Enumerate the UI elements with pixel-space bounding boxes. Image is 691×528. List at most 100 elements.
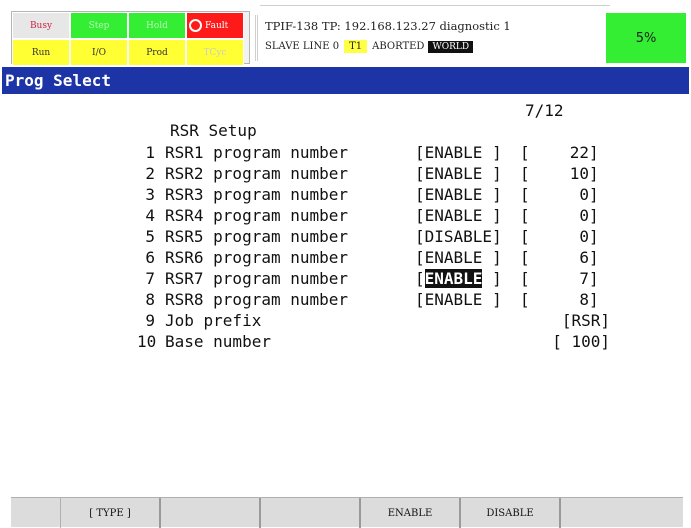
list-item[interactable]: 4 RSR4 program number [ENABLE ] [ 0 ] <box>137 205 609 226</box>
world-badge: WORLD <box>428 41 474 53</box>
item-label: RSR5 program number <box>165 227 349 246</box>
item-label: RSR4 program number <box>165 206 349 225</box>
item-enable-value[interactable]: [DISABLE] <box>415 226 520 247</box>
fkey-type-button[interactable]: [ TYPE ] <box>61 498 161 528</box>
header-status-line: SLAVE LINE 0 T1 ABORTED WORLD <box>265 40 474 53</box>
item-program-number[interactable]: 0 <box>561 226 589 247</box>
hold-indicator: Hold <box>128 12 186 39</box>
item-number: 8 <box>145 290 155 309</box>
bracket-open: [ <box>520 143 530 162</box>
item-number: 6 <box>145 248 155 267</box>
value-bracket-close: ] <box>482 269 502 288</box>
item-program-number[interactable]: 0 <box>561 205 589 226</box>
item-number: 5 <box>145 227 155 246</box>
item-label: RSR2 program number <box>165 164 349 183</box>
bracket-close: ] <box>589 269 599 288</box>
prod-indicator: Prod <box>128 39 186 66</box>
header-message: TPIF-138 TP: 192.168.123.27 diagnostic 1 <box>265 19 511 33</box>
item-label: RSR6 program number <box>165 248 349 267</box>
status-panel: Busy Step Hold Fault Run I/O Prod TCyc <box>11 11 250 66</box>
bracket-close: ] <box>589 227 599 246</box>
section-title: RSR Setup <box>170 121 257 140</box>
item-label: RSR7 program number <box>165 269 349 288</box>
list-item-selected[interactable]: 7 RSR7 program number [ENABLE ] [ 7 ] <box>137 268 609 289</box>
fault-circle-icon <box>189 19 202 32</box>
item-program-number[interactable]: 6 <box>561 247 589 268</box>
io-indicator: I/O <box>70 39 128 66</box>
bracket-close: ] <box>589 290 599 309</box>
list-item[interactable]: 6 RSR6 program number [ENABLE ] [ 6 ] <box>137 247 609 268</box>
item-number: 2 <box>145 164 155 183</box>
bracket-close: ] <box>589 248 599 267</box>
item-label: Job prefix <box>165 311 262 330</box>
bracket-open: [ <box>520 248 530 267</box>
list-item[interactable]: 9 Job prefix [RSR] <box>137 310 610 331</box>
list-item[interactable]: 5 RSR5 program number [DISABLE] [ 0 ] <box>137 226 609 247</box>
item-number: 4 <box>145 206 155 225</box>
bracket-open: [ <box>520 164 530 183</box>
step-indicator: Step <box>70 12 128 39</box>
fault-indicator: Fault <box>186 12 244 39</box>
item-number: 1 <box>145 143 155 162</box>
fkey-f3-button[interactable] <box>261 498 361 528</box>
slave-line-text: SLAVE LINE 0 <box>265 41 340 52</box>
step-label: Step <box>88 20 110 31</box>
item-program-number[interactable]: 10 <box>561 163 589 184</box>
fkey-disable-button[interactable]: DISABLE <box>461 498 561 528</box>
busy-label: Busy <box>29 20 53 31</box>
list-item[interactable]: 3 RSR3 program number [ENABLE ] [ 0 ] <box>137 184 609 205</box>
list-item[interactable]: 1 RSR1 program number [ENABLE ] [ 22 ] <box>137 142 609 163</box>
selected-cursor-value[interactable]: ENABLE <box>424 269 483 288</box>
item-enable-value[interactable]: [ENABLE ] <box>415 184 520 205</box>
function-key-bar: [ TYPE ] ENABLE DISABLE <box>11 497 683 528</box>
bracket-open: [ <box>520 227 530 246</box>
item-enable-value[interactable]: [ENABLE ] <box>415 142 520 163</box>
prod-label: Prod <box>146 47 168 58</box>
item-enable-value[interactable]: [ENABLE ] <box>415 247 520 268</box>
busy-indicator: Busy <box>12 12 70 39</box>
item-program-number[interactable]: 22 <box>561 142 589 163</box>
list-item[interactable]: 8 RSR8 program number [ENABLE ] [ 8 ] <box>137 289 609 310</box>
page-title: Prog Select <box>2 67 689 94</box>
bracket-open: [ <box>520 269 530 288</box>
run-indicator: Run <box>12 39 70 66</box>
list-item[interactable]: 2 RSR2 program number [ENABLE ] [ 10 ] <box>137 163 609 184</box>
fkey-next[interactable] <box>561 498 683 528</box>
list-item[interactable]: 10 Base number [ 100] <box>137 331 610 352</box>
hold-label: Hold <box>146 20 168 31</box>
bracket-open: [ <box>520 185 530 204</box>
item-label: Base number <box>165 332 271 351</box>
bracket-close: ] <box>589 185 599 204</box>
job-prefix-value[interactable]: [RSR] <box>520 310 610 331</box>
page-indicator: 7/12 <box>525 101 564 120</box>
bracket-open: [ <box>520 290 530 309</box>
item-number: 7 <box>145 269 155 288</box>
item-program-number[interactable]: 7 <box>561 268 589 289</box>
item-enable-value[interactable]: [ENABLE ] <box>415 205 520 226</box>
item-number: 9 <box>145 311 155 330</box>
run-label: Run <box>31 47 51 58</box>
state-text: ABORTED <box>372 41 425 52</box>
value-bracket-open: [ <box>415 269 425 288</box>
item-enable-value[interactable]: [ENABLE ] <box>415 163 520 184</box>
tcyc-label: TCyc <box>203 47 227 58</box>
item-enable-value[interactable]: [ENABLE ] <box>415 289 520 310</box>
item-number: 3 <box>145 185 155 204</box>
io-label: I/O <box>92 47 106 58</box>
base-number-value[interactable]: [ 100] <box>520 331 610 352</box>
fkey-enable-button[interactable]: ENABLE <box>361 498 461 528</box>
t1-badge: T1 <box>344 40 368 53</box>
fkey-prev[interactable] <box>11 498 61 528</box>
item-number: 10 <box>137 332 157 351</box>
item-label: RSR8 program number <box>165 290 349 309</box>
fkey-f2-button[interactable] <box>161 498 261 528</box>
item-label: RSR3 program number <box>165 185 349 204</box>
tcyc-indicator: TCyc <box>186 39 244 66</box>
override-percent: 5% <box>606 13 686 63</box>
item-program-number[interactable]: 0 <box>561 184 589 205</box>
info-panel: TPIF-138 TP: 192.168.123.27 diagnostic 1… <box>255 15 603 61</box>
bracket-close: ] <box>589 164 599 183</box>
item-label: RSR1 program number <box>165 143 349 162</box>
item-enable-value[interactable]: [ENABLE ] <box>415 268 520 289</box>
item-program-number[interactable]: 8 <box>561 289 589 310</box>
